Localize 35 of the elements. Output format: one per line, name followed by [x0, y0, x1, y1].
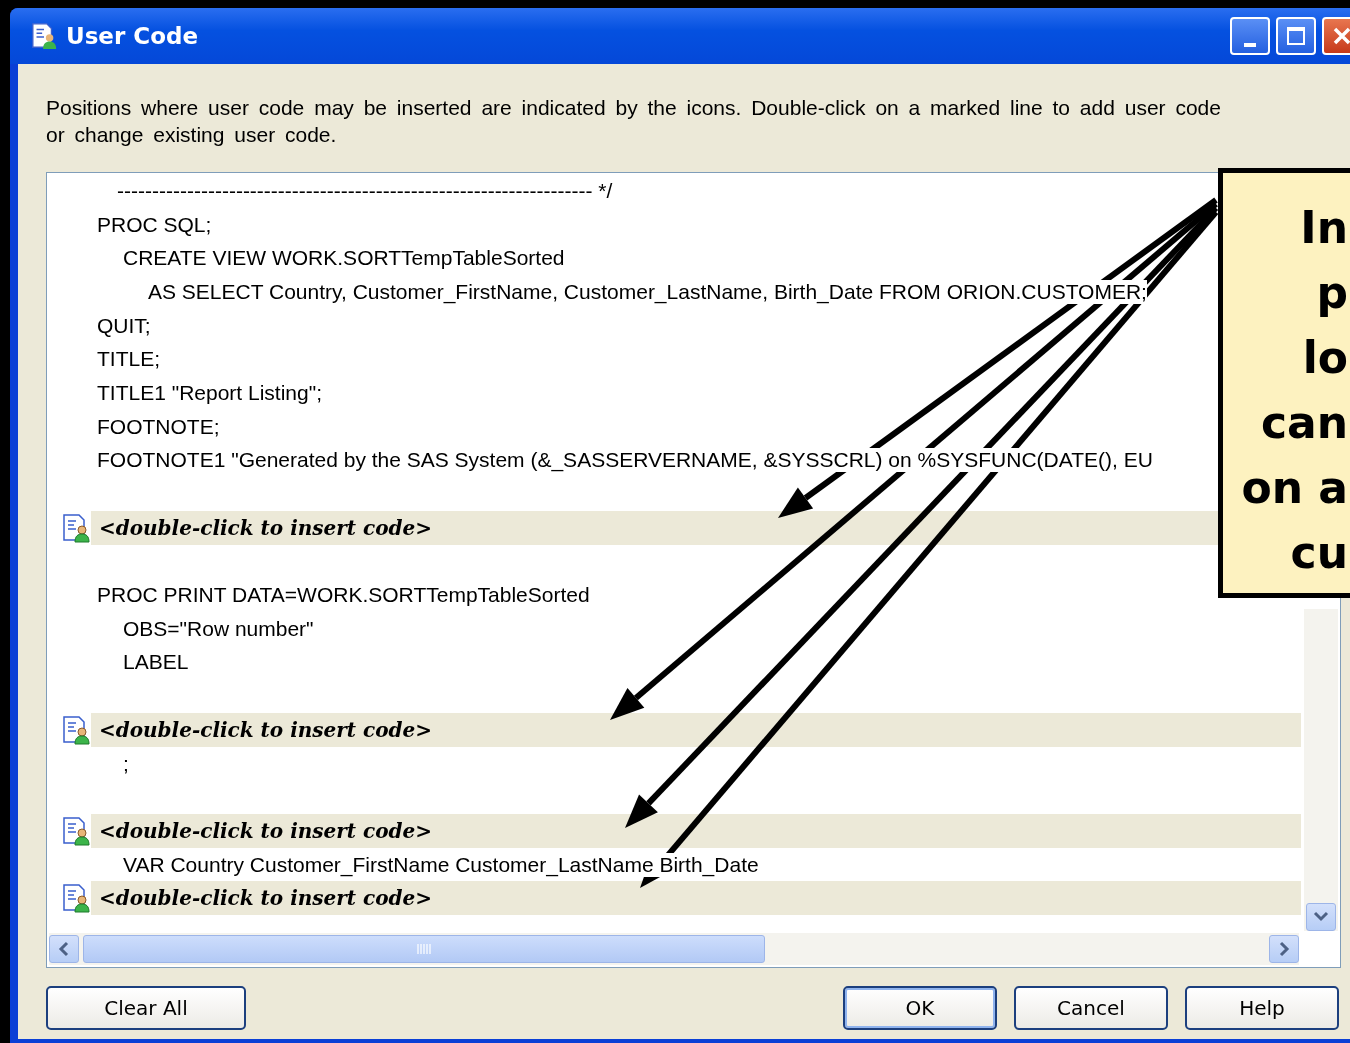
close-icon	[1332, 26, 1350, 46]
user-document-icon	[61, 714, 91, 745]
dialog-button[interactable]: Help	[1185, 986, 1339, 1030]
scroll-left-button[interactable]	[49, 935, 79, 963]
chevron-left-icon	[58, 941, 70, 957]
scroll-thumb[interactable]	[83, 935, 765, 963]
callout-text: lo	[1302, 331, 1349, 385]
user-document-icon	[61, 512, 91, 543]
vertical-scrollbar[interactable]	[1304, 609, 1338, 931]
grip-icon	[416, 943, 432, 955]
callout-text: on a	[1241, 461, 1349, 515]
insert-code-marker[interactable]: <double-click to insert code>	[99, 515, 432, 540]
user-document-icon	[61, 815, 91, 846]
close-button[interactable]	[1322, 17, 1350, 55]
insert-code-marker[interactable]: <double-click to insert code>	[99, 886, 432, 911]
callout-text: p	[1316, 266, 1349, 320]
dialog-button[interactable]: OK	[843, 986, 997, 1030]
scroll-down-button[interactable]	[1306, 903, 1336, 931]
maximize-button[interactable]	[1276, 17, 1316, 55]
callout-text: In	[1300, 201, 1349, 255]
chevron-down-icon	[1313, 911, 1329, 923]
horizontal-scrollbar[interactable]	[49, 933, 1299, 965]
dialog-button[interactable]: Clear All	[46, 986, 246, 1030]
scroll-right-button[interactable]	[1269, 935, 1299, 963]
callout-text: can	[1260, 396, 1349, 450]
maximize-icon	[1286, 26, 1306, 46]
user-document-icon	[61, 883, 91, 914]
window-title: User Code	[66, 23, 199, 49]
instruction-text: Positions where user code may be inserted are indicated by the icons. Double-click on a marked line to add user code or change existing user code.	[46, 95, 1222, 148]
minimize-button[interactable]	[1230, 17, 1270, 55]
chevron-right-icon	[1278, 941, 1290, 957]
minimize-icon	[1244, 43, 1256, 47]
callout-text: cu	[1290, 526, 1349, 580]
dialog-button[interactable]: Cancel	[1014, 986, 1168, 1030]
user-document-icon	[30, 22, 58, 50]
